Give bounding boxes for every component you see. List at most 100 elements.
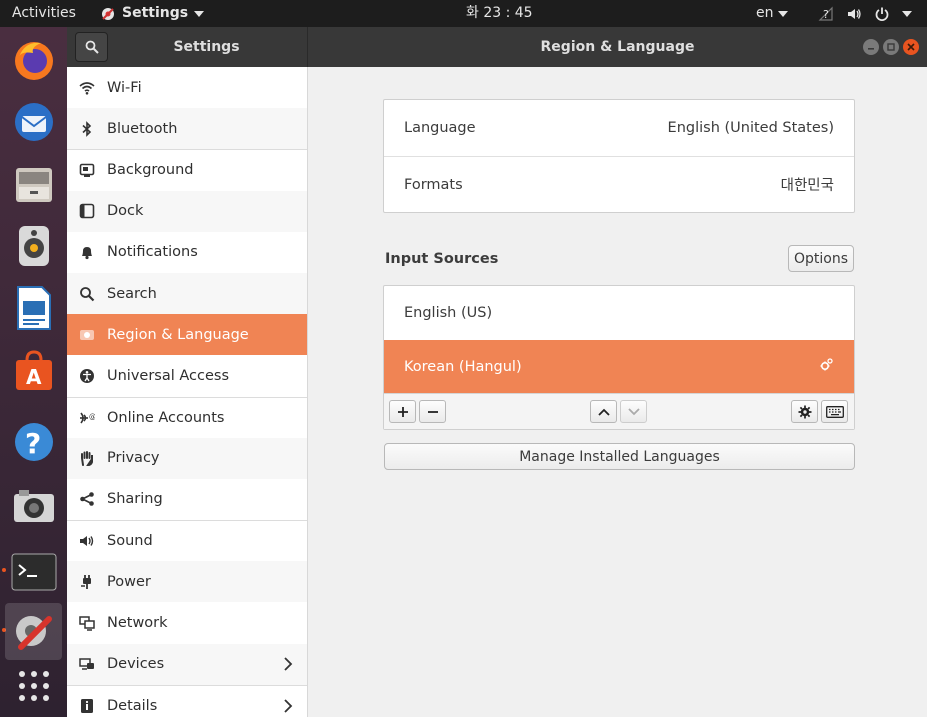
sidebar: Wi-Fi Bluetooth Background Dock Notifica…	[67, 67, 308, 717]
firefox-icon	[14, 41, 53, 80]
move-up-button[interactable]	[590, 400, 617, 423]
activities-button[interactable]: Activities	[12, 0, 76, 27]
show-applications-button[interactable]	[5, 657, 62, 714]
sidebar-item-details[interactable]: Details	[67, 684, 307, 717]
app-menu[interactable]: Settings	[100, 0, 205, 27]
cheese-launcher[interactable]	[5, 477, 62, 534]
camera-icon	[13, 489, 54, 522]
writer-document-icon	[16, 285, 51, 330]
dock-icon	[79, 203, 95, 219]
sidebar-item-label: Network	[107, 615, 168, 632]
maximize-button[interactable]	[883, 39, 899, 55]
formats-label: Formats	[404, 176, 463, 193]
speaker-icon	[79, 533, 95, 549]
network-icon	[79, 615, 95, 631]
app-grid-icon	[18, 670, 49, 701]
sidebar-item-wifi[interactable]: Wi-Fi	[67, 67, 307, 108]
power-plug-icon	[79, 574, 95, 590]
input-sources-list: English (US) Korean (Hangul)	[383, 285, 855, 430]
sidebar-item-label: Background	[107, 162, 194, 179]
help-icon: ?	[14, 422, 53, 461]
power-icon	[875, 7, 889, 21]
input-source-settings-button[interactable]	[791, 400, 818, 423]
sidebar-title: Settings	[173, 39, 240, 55]
sidebar-item-sound[interactable]: Sound	[67, 520, 307, 561]
keyboard-layout-indicator[interactable]: en	[756, 0, 788, 27]
sidebar-item-region-language[interactable]: Region & Language	[67, 314, 307, 356]
app-menu-label: Settings	[122, 5, 189, 21]
sidebar-item-label: Notifications	[107, 244, 198, 261]
info-icon	[79, 698, 95, 714]
close-icon	[907, 43, 915, 51]
sidebar-item-label: Wi-Fi	[107, 79, 142, 96]
sidebar-item-label: Privacy	[107, 450, 160, 467]
bluetooth-icon	[79, 120, 95, 137]
sidebar-item-label: Universal Access	[107, 367, 230, 384]
sidebar-item-label: Sound	[107, 533, 153, 550]
sidebar-item-sharing[interactable]: Sharing	[67, 479, 307, 520]
top-bar: Activities Settings 화 23 : 45 en ?	[0, 0, 927, 27]
language-formats-list: Language English (United States) Formats…	[383, 99, 855, 213]
language-row[interactable]: Language English (United States)	[384, 100, 854, 156]
minimize-button[interactable]	[863, 39, 879, 55]
window-title: Region & Language	[540, 39, 695, 55]
files-launcher[interactable]	[5, 155, 62, 212]
plus-icon	[397, 406, 408, 417]
remove-input-source-button[interactable]	[419, 400, 446, 423]
terminal-launcher[interactable]	[5, 543, 62, 600]
gear-icon	[798, 405, 811, 418]
speaker-app-icon	[18, 225, 49, 266]
keyboard-layout-button[interactable]	[821, 400, 848, 423]
sidebar-item-label: Sharing	[107, 491, 163, 508]
sidebar-item-bluetooth[interactable]: Bluetooth	[67, 108, 307, 150]
firefox-launcher[interactable]	[5, 31, 62, 88]
dock: A ?	[0, 27, 67, 717]
sidebar-item-label: Devices	[107, 656, 165, 673]
devices-icon	[79, 656, 95, 672]
input-sources-title: Input Sources	[385, 251, 499, 267]
sidebar-item-label: Dock	[107, 203, 144, 220]
help-launcher[interactable]: ?	[5, 413, 62, 470]
rhythmbox-launcher[interactable]	[5, 217, 62, 274]
add-input-source-button[interactable]	[389, 400, 416, 423]
libreoffice-writer-launcher[interactable]	[5, 279, 62, 336]
language-label: Language	[404, 120, 476, 136]
sidebar-item-background[interactable]: Background	[67, 149, 307, 190]
chevron-down-icon	[902, 10, 912, 17]
chevron-down-icon	[627, 407, 640, 415]
sidebar-item-universal-access[interactable]: Universal Access	[67, 355, 307, 396]
input-source-row[interactable]: English (US)	[384, 286, 854, 340]
language-value: English (United States)	[667, 120, 834, 136]
settings-launcher[interactable]	[5, 603, 62, 660]
close-button[interactable]	[903, 39, 919, 55]
move-down-button[interactable]	[620, 400, 647, 423]
region-language-panel: Language English (United States) Formats…	[308, 67, 927, 717]
formats-row[interactable]: Formats 대한민국	[384, 156, 854, 212]
sidebar-item-label: Details	[107, 697, 158, 714]
settings-window: Settings Region & Language Wi-Fi Bluetoo…	[67, 27, 927, 717]
input-source-row-selected[interactable]: Korean (Hangul)	[384, 340, 854, 394]
sidebar-item-label: Power	[107, 573, 151, 590]
thunderbird-launcher[interactable]	[5, 93, 62, 150]
sidebar-item-devices[interactable]: Devices	[67, 643, 307, 685]
sidebar-item-search[interactable]: Search	[67, 272, 307, 315]
system-menu[interactable]: ?	[818, 0, 912, 27]
maximize-icon	[887, 43, 895, 51]
bell-icon	[79, 244, 95, 260]
region-icon	[79, 327, 95, 343]
svg-text:?: ?	[25, 427, 41, 460]
sidebar-item-label: Search	[107, 285, 157, 302]
options-button[interactable]: Options	[788, 245, 854, 272]
manage-installed-languages-button[interactable]: Manage Installed Languages	[384, 443, 855, 470]
sidebar-item-notifications[interactable]: Notifications	[67, 232, 307, 273]
sidebar-item-dock[interactable]: Dock	[67, 190, 307, 232]
settings-tools-icon	[15, 615, 52, 650]
clock[interactable]: 화 23 : 45	[466, 0, 533, 27]
keyboard-icon	[825, 405, 844, 418]
sidebar-item-power[interactable]: Power	[67, 561, 307, 603]
software-launcher[interactable]: A	[5, 341, 62, 398]
sidebar-item-online-accounts[interactable]: @ Online Accounts	[67, 396, 307, 438]
share-icon	[79, 491, 95, 507]
sidebar-item-privacy[interactable]: Privacy	[67, 437, 307, 479]
sidebar-item-network[interactable]: Network	[67, 602, 307, 643]
